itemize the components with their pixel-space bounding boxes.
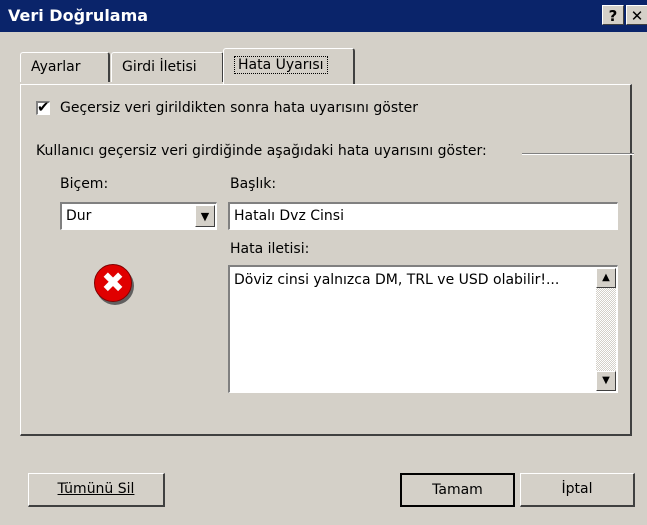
ok-button[interactable]: Tamam bbox=[400, 473, 515, 507]
section-divider bbox=[522, 153, 634, 155]
title-input-value: Hatalı Dvz Cinsi bbox=[234, 208, 344, 224]
section-label: Kullanıcı geçersiz veri girdiğinde aşağı… bbox=[36, 143, 487, 159]
data-validation-dialog: Veri Doğrulama ? ✕ Ayarlar Girdi İletisi… bbox=[0, 0, 647, 525]
error-message-label: Hata iletisi: bbox=[230, 241, 310, 257]
title-input[interactable]: Hatalı Dvz Cinsi bbox=[228, 202, 618, 230]
close-button[interactable]: ✕ bbox=[626, 5, 647, 25]
tab-settings[interactable]: Ayarlar bbox=[20, 52, 110, 82]
show-error-alert-label[interactable]: Geçersiz veri girildikten sonra hata uya… bbox=[60, 100, 418, 116]
cancel-button[interactable]: İptal bbox=[520, 473, 635, 507]
style-label: Biçem: bbox=[60, 176, 109, 192]
scroll-up-icon[interactable]: ▲ bbox=[596, 268, 616, 288]
help-button[interactable]: ? bbox=[602, 5, 624, 25]
clear-all-label: Tümünü Sil bbox=[57, 481, 135, 497]
style-select[interactable]: Dur ▼ bbox=[60, 202, 217, 230]
error-x-glyph: ✖ bbox=[101, 266, 125, 299]
show-error-alert-checkbox[interactable]: ✔ bbox=[36, 98, 50, 116]
dialog-title: Veri Doğrulama bbox=[8, 6, 149, 25]
checkmark-icon: ✔ bbox=[37, 98, 50, 116]
message-scrollbar[interactable]: ▲ ▼ bbox=[596, 268, 616, 391]
close-icon: ✕ bbox=[630, 7, 644, 25]
error-message-textarea[interactable]: Döviz cinsi yalnızca DM, TRL ve USD olab… bbox=[228, 265, 618, 393]
error-message-value: Döviz cinsi yalnızca DM, TRL ve USD olab… bbox=[234, 272, 560, 288]
style-select-value: Dur bbox=[66, 208, 92, 224]
title-bar[interactable]: Veri Doğrulama ? ✕ bbox=[0, 0, 647, 32]
clear-all-button[interactable]: Tümünü Sil bbox=[28, 473, 165, 507]
tab-input-message[interactable]: Girdi İletisi bbox=[111, 52, 224, 82]
tab-error-alert[interactable]: Hata Uyarısı bbox=[223, 48, 355, 84]
title-label: Başlık: bbox=[230, 176, 277, 192]
scroll-down-icon[interactable]: ▼ bbox=[596, 371, 616, 391]
tab-error-alert-label: Hata Uyarısı bbox=[234, 56, 328, 74]
chevron-down-icon[interactable]: ▼ bbox=[195, 205, 215, 227]
error-stop-icon: ✖ bbox=[94, 264, 132, 302]
